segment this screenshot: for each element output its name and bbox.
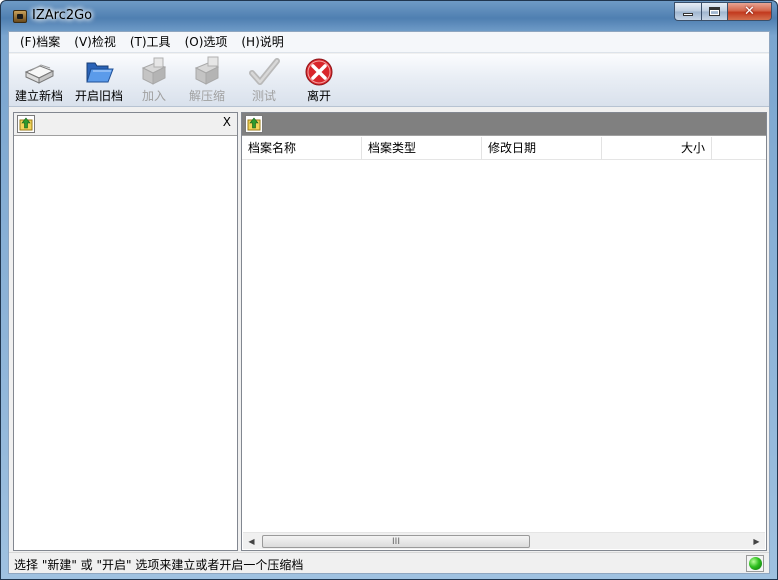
file-list-pane[interactable]: 档案名称 档案类型 修改日期 大小 ◀ III ▶ <box>241 112 767 551</box>
menu-file[interactable]: (F)档案 <box>13 33 67 52</box>
file-pane-header <box>242 113 766 136</box>
open-archive-button[interactable]: 开启旧档 <box>75 56 123 106</box>
open-archive-label: 开启旧档 <box>75 89 124 103</box>
extract-button[interactable]: 解压缩 <box>189 56 225 106</box>
minimize-icon <box>683 13 693 16</box>
column-filename[interactable]: 档案名称 <box>242 137 362 160</box>
scroll-right-button[interactable]: ▶ <box>748 533 765 550</box>
folder-up-button[interactable] <box>17 115 35 133</box>
exit-button[interactable]: 离开 <box>302 56 336 106</box>
column-header: 档案名称 档案类型 修改日期 大小 <box>242 137 766 160</box>
toolbar: 建立新档 开启旧档 加入 解压缩 测试 离开 <box>9 54 769 107</box>
scrollbar-grip: III <box>392 536 400 547</box>
folder-open-icon <box>86 62 114 83</box>
scrollbar-thumb[interactable]: III <box>262 535 530 548</box>
scroll-left-button[interactable]: ◀ <box>243 533 260 550</box>
menu-view[interactable]: (V)检视 <box>67 33 123 52</box>
column-modified[interactable]: 修改日期 <box>482 137 602 160</box>
menu-bar: (F)档案 (V)检视 (T)工具 (O)选项 (H)说明 <box>9 32 769 53</box>
test-label: 测试 <box>251 89 276 103</box>
exit-icon <box>305 58 333 86</box>
status-bar: 选择 "新建" 或 "开启" 选项来建立或者开启一个压缩档 <box>9 552 769 573</box>
exit-label: 离开 <box>306 89 331 103</box>
new-archive-button[interactable]: 建立新档 <box>15 56 63 106</box>
folder-tree-pane[interactable]: X <box>13 112 238 551</box>
app-window: IZArc2Go ✕ (F)档案 (V)检视 (T)工具 (O)选项 (H)说明 <box>0 0 778 580</box>
window-title: IZArc2Go <box>32 8 93 23</box>
extract-label: 解压缩 <box>189 89 226 103</box>
folder-up-icon <box>19 117 33 131</box>
horizontal-scrollbar[interactable]: ◀ III ▶ <box>243 532 765 549</box>
minimize-button[interactable] <box>674 2 701 21</box>
extract-icon <box>194 56 220 85</box>
column-filetype[interactable]: 档案类型 <box>362 137 482 160</box>
add-files-icon <box>141 57 167 85</box>
folder-pane-header: X <box>14 113 237 136</box>
archive-up-icon <box>247 117 261 131</box>
maximize-icon <box>709 7 720 16</box>
archive-up-button[interactable] <box>245 115 263 133</box>
close-folder-pane-button[interactable]: X <box>223 115 231 129</box>
column-size[interactable]: 大小 <box>602 137 712 160</box>
close-button[interactable]: ✕ <box>727 2 772 21</box>
status-message: 选择 "新建" 或 "开启" 选项来建立或者开启一个压缩档 <box>14 558 304 572</box>
status-indicator-icon <box>746 555 764 572</box>
menu-options[interactable]: (O)选项 <box>178 33 235 52</box>
add-button[interactable]: 加入 <box>137 56 171 106</box>
new-archive-icon <box>24 64 55 84</box>
menu-help[interactable]: (H)说明 <box>234 33 290 52</box>
new-archive-label: 建立新档 <box>15 89 64 103</box>
close-icon: ✕ <box>744 4 755 19</box>
menu-tools[interactable]: (T)工具 <box>123 33 178 52</box>
title-bar[interactable]: IZArc2Go ✕ <box>1 1 777 31</box>
client-area: (F)档案 (V)检视 (T)工具 (O)选项 (H)说明 建立新档 开启旧档 … <box>8 31 770 574</box>
window-controls: ✕ <box>674 2 772 22</box>
add-label: 加入 <box>141 89 166 103</box>
maximize-button[interactable] <box>701 2 727 21</box>
app-icon[interactable] <box>13 10 27 23</box>
checkmark-icon <box>249 58 280 85</box>
test-button[interactable]: 测试 <box>247 56 281 106</box>
